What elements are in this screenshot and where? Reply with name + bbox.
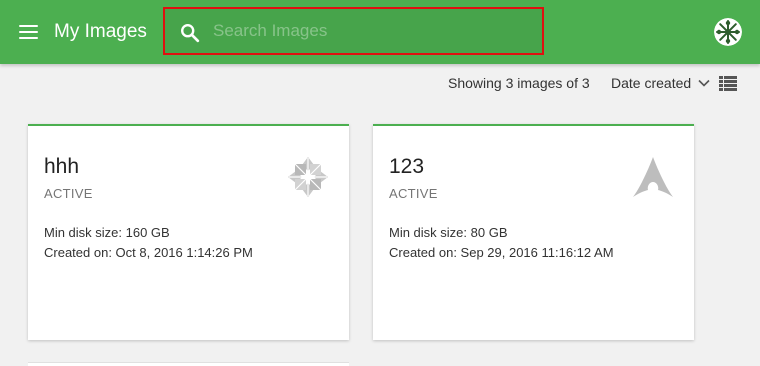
- sort-label: Date created: [611, 75, 692, 91]
- image-min-disk: Min disk size: 160 GB: [44, 225, 170, 240]
- page-title: My Images: [54, 21, 147, 42]
- image-created-date: Created on: Sep 29, 2016 11:16:12 AM: [389, 245, 614, 260]
- search-bar[interactable]: [163, 7, 544, 55]
- app-header: My Images: [0, 0, 760, 64]
- image-card-partial: [28, 362, 349, 366]
- image-name: hhh: [44, 155, 80, 178]
- hamburger-menu-icon[interactable]: [19, 24, 39, 40]
- image-card[interactable]: hhh ACTIVE Min disk size: 160 GB Created…: [28, 124, 349, 340]
- chevron-down-icon: [698, 79, 710, 87]
- image-status: ACTIVE: [389, 186, 438, 201]
- list-view-icon[interactable]: [719, 76, 737, 91]
- image-created-date: Created on: Oct 8, 2016 1:14:26 PM: [44, 245, 253, 260]
- image-status: ACTIVE: [44, 186, 93, 201]
- image-name: 123: [389, 155, 425, 178]
- image-count-text: Showing 3 images of 3: [448, 75, 590, 91]
- centos-icon: [288, 157, 328, 197]
- arch-linux-icon: [633, 157, 673, 197]
- snowflake-avatar-icon[interactable]: [714, 18, 742, 46]
- search-input[interactable]: [211, 17, 531, 45]
- sort-dropdown[interactable]: Date created: [611, 75, 710, 93]
- image-min-disk: Min disk size: 80 GB: [389, 225, 508, 240]
- image-card[interactable]: 123 ACTIVE Min disk size: 80 GB Created …: [373, 124, 694, 340]
- search-icon[interactable]: [179, 22, 201, 44]
